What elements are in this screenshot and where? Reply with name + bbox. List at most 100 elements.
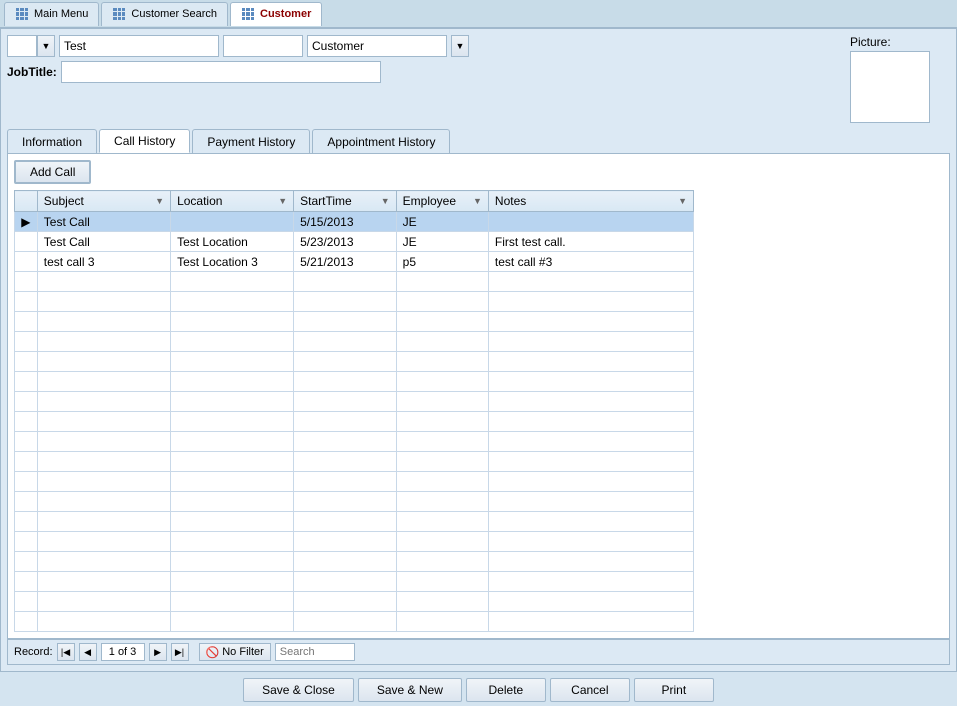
empty-indicator [15,332,38,352]
empty-employee [396,412,488,432]
no-filter-btn[interactable]: 🚫 No Filter [199,643,271,661]
empty-subject [37,452,170,472]
empty-starttime [294,392,397,412]
tab-main-menu[interactable]: Main Menu [4,2,99,26]
empty-location [171,432,294,452]
tab-payment-history[interactable]: Payment History [192,129,310,153]
cell-location: Test Location [171,232,294,252]
picture-box [850,51,930,123]
picture-label: Picture: [850,35,891,49]
empty-starttime [294,332,397,352]
tab-customer-search[interactable]: Customer Search [101,2,228,26]
empty-employee [396,292,488,312]
cell-employee: p5 [396,252,488,272]
empty-notes [488,432,693,452]
header-row2: JobTitle: [7,61,844,83]
empty-location [171,512,294,532]
empty-notes [488,272,693,292]
tab-call-history[interactable]: Call History [99,129,190,153]
record-position-input[interactable] [101,643,145,661]
filter-icon: 🚫 [206,646,220,659]
record-label: Record: [14,646,53,658]
tab-content-call-history: Add Call Subject ▼ Location ▼ [7,153,950,639]
add-call-button[interactable]: Add Call [14,160,91,184]
table-row-empty [15,512,694,532]
first-name-input[interactable] [59,35,219,57]
empty-employee [396,472,488,492]
empty-starttime [294,592,397,612]
print-button[interactable]: Print [634,678,714,702]
empty-subject [37,392,170,412]
tab-customer[interactable]: Customer [230,2,322,26]
row-indicator: ▶ [15,212,38,232]
empty-indicator [15,352,38,372]
empty-subject [37,272,170,292]
table-row[interactable]: Test Call Test Location 5/23/2013 JE Fir… [15,232,694,252]
last-name-input[interactable] [223,35,303,57]
empty-employee [396,272,488,292]
tab-information[interactable]: Information [7,129,97,153]
empty-subject [37,492,170,512]
empty-starttime [294,312,397,332]
empty-subject [37,292,170,312]
empty-employee [396,432,488,452]
empty-location [171,292,294,312]
empty-indicator [15,612,38,632]
empty-employee [396,452,488,472]
empty-notes [488,472,693,492]
cell-subject: Test Call [37,212,170,232]
title-dropdown-btn[interactable]: ▼ [37,35,55,57]
starttime-sort-icon: ▼ [381,196,390,206]
title-input[interactable] [7,35,37,57]
th-subject[interactable]: Subject ▼ [37,191,170,212]
th-starttime[interactable]: StartTime ▼ [294,191,397,212]
nav-last-btn[interactable]: ▶| [171,643,189,661]
empty-subject [37,372,170,392]
th-employee[interactable]: Employee ▼ [396,191,488,212]
empty-notes [488,492,693,512]
table-row-empty [15,592,694,612]
nav-prev-btn[interactable]: ◀ [79,643,97,661]
title-bar: Main Menu Customer Search Customer [0,0,957,28]
empty-notes [488,332,693,352]
save-new-button[interactable]: Save & New [358,678,462,702]
search-input[interactable] [275,643,355,661]
jobtitle-label: JobTitle: [7,65,57,79]
type-dropdown-btn[interactable]: ▼ [451,35,469,57]
empty-employee [396,592,488,612]
table-row-empty [15,432,694,452]
empty-employee [396,512,488,532]
cell-subject: test call 3 [37,252,170,272]
empty-notes [488,412,693,432]
empty-location [171,312,294,332]
cell-starttime: 5/21/2013 [294,252,397,272]
empty-employee [396,552,488,572]
nav-first-btn[interactable]: |◀ [57,643,75,661]
tab-appointment-history[interactable]: Appointment History [312,129,450,153]
nav-bar: Record: |◀ ◀ ▶ ▶| 🚫 No Filter [7,639,950,665]
table-row-empty [15,292,694,312]
empty-indicator [15,272,38,292]
empty-indicator [15,472,38,492]
empty-subject [37,472,170,492]
empty-notes [488,452,693,472]
delete-button[interactable]: Delete [466,678,546,702]
cancel-button[interactable]: Cancel [550,678,630,702]
location-sort-icon: ▼ [278,196,287,206]
table-row[interactable]: ▶ Test Call 5/15/2013 JE [15,212,694,232]
type-dropdown-wrapper: ▼ [451,35,469,57]
th-location[interactable]: Location ▼ [171,191,294,212]
table-row-empty [15,612,694,632]
jobtitle-input[interactable] [61,61,381,83]
customer-type-display[interactable] [307,35,447,57]
save-close-button[interactable]: Save & Close [243,678,354,702]
table-row-empty [15,452,694,472]
empty-notes [488,592,693,612]
customer-tab-icon [241,8,255,20]
empty-indicator [15,392,38,412]
nav-next-btn[interactable]: ▶ [149,643,167,661]
table-row[interactable]: test call 3 Test Location 3 5/21/2013 p5… [15,252,694,272]
empty-subject [37,352,170,372]
th-notes[interactable]: Notes ▼ [488,191,693,212]
call-history-table: Subject ▼ Location ▼ StartTime ▼ [14,190,694,632]
